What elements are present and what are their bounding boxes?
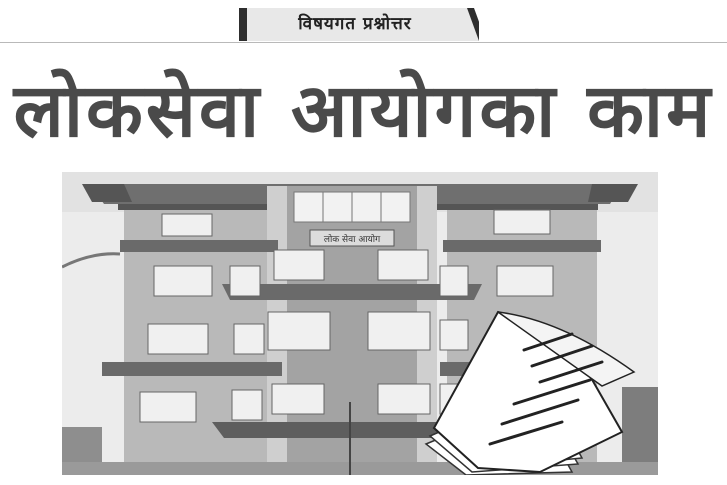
section-tag-label: विषयगत प्रश्नोत्तर — [298, 14, 412, 34]
building-illustration: लोक सेवा आयोग — [62, 172, 658, 475]
article-photo: लोक सेवा आयोग — [62, 172, 658, 475]
headline-title: लोकसेवा आयोगका काम — [13, 68, 714, 154]
section-tag: विषयगत प्रश्नोत्तर — [239, 8, 479, 41]
section-divider-line — [0, 42, 727, 43]
building-signboard-text: लोक सेवा आयोग — [324, 233, 381, 245]
